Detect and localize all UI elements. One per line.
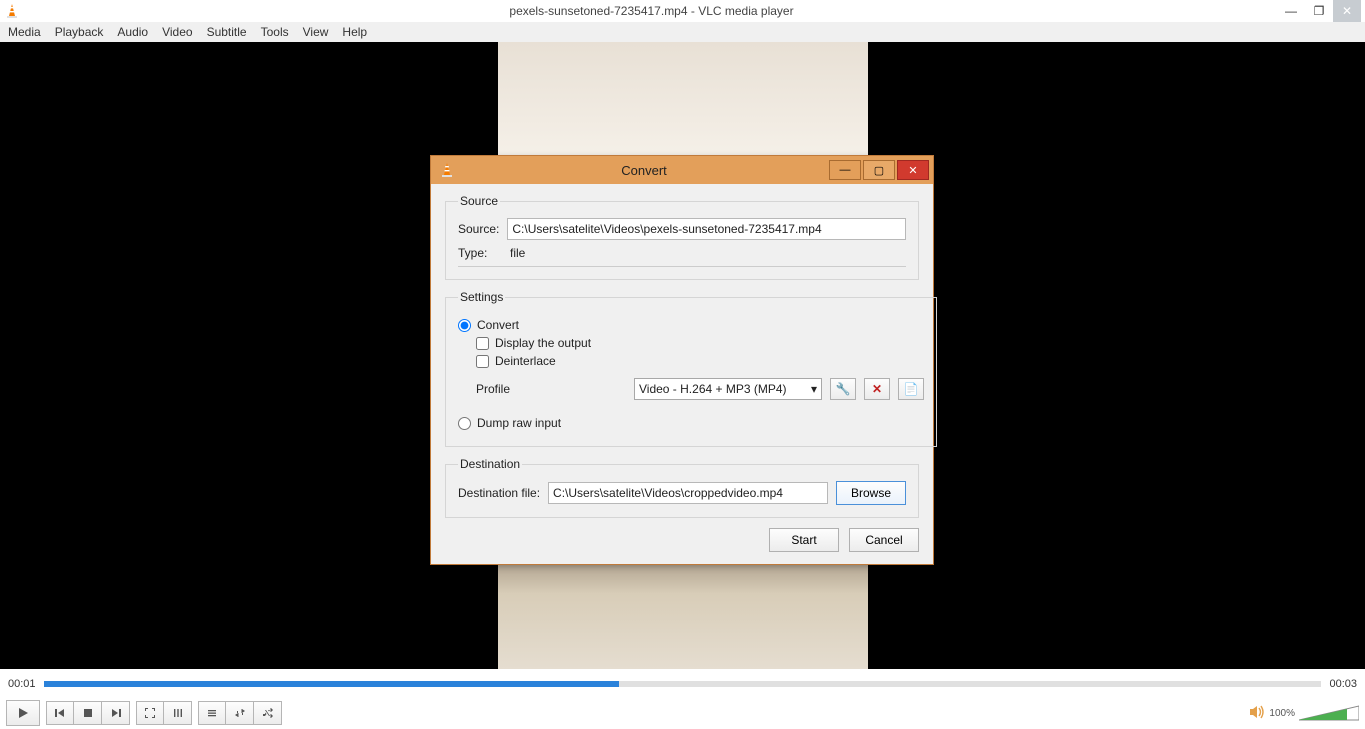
menu-view[interactable]: View <box>303 25 329 39</box>
main-titlebar: pexels-sunsetoned-7235417.mp4 - VLC medi… <box>0 0 1365 22</box>
time-current: 00:01 <box>8 678 36 690</box>
wrench-icon: 🔧 <box>836 382 851 396</box>
menu-playback[interactable]: Playback <box>55 25 104 39</box>
speaker-icon[interactable] <box>1249 705 1265 722</box>
playlist-button[interactable] <box>198 701 226 725</box>
start-button[interactable]: Start <box>769 528 839 552</box>
profile-select[interactable]: Video - H.264 + MP3 (MP4) ▾ <box>634 378 822 400</box>
dump-radio[interactable] <box>458 417 471 430</box>
profile-value: Video - H.264 + MP3 (MP4) <box>639 382 787 396</box>
source-input[interactable] <box>507 218 906 240</box>
display-output-checkbox[interactable] <box>476 337 489 350</box>
seekbar[interactable] <box>44 681 1322 687</box>
settings-legend: Settings <box>458 290 505 304</box>
destination-file-label: Destination file: <box>458 486 540 500</box>
dialog-maximize-button[interactable]: ▢ <box>863 160 895 180</box>
menu-tools[interactable]: Tools <box>261 25 289 39</box>
source-label: Source: <box>458 222 499 236</box>
dialog-title: Convert <box>461 163 827 178</box>
menubar: Media Playback Audio Video Subtitle Tool… <box>0 22 1365 42</box>
controls-row: 100% <box>0 697 1365 729</box>
cancel-button[interactable]: Cancel <box>849 528 919 552</box>
menu-subtitle[interactable]: Subtitle <box>207 25 247 39</box>
volume-wrap: 100% <box>1249 704 1359 722</box>
settings-group: Settings Convert Display the output Dein… <box>445 290 937 447</box>
maximize-button[interactable]: ❐ <box>1305 0 1333 22</box>
view-group <box>136 701 192 725</box>
dialog-close-button[interactable]: ✕ <box>897 160 929 180</box>
volume-label: 100% <box>1269 708 1295 719</box>
window-title: pexels-sunsetoned-7235417.mp4 - VLC medi… <box>26 4 1277 18</box>
skip-group <box>46 701 130 725</box>
deinterlace-label: Deinterlace <box>495 354 556 368</box>
dialog-minimize-button[interactable]: — <box>829 160 861 180</box>
seekbar-filled <box>44 681 619 687</box>
stop-button[interactable] <box>74 701 102 725</box>
dump-radio-label: Dump raw input <box>477 416 561 430</box>
next-button[interactable] <box>102 701 130 725</box>
destination-file-input[interactable] <box>548 482 828 504</box>
vlc-cone-icon <box>4 3 20 19</box>
chevron-down-icon: ▾ <box>811 382 817 396</box>
new-icon: 📄 <box>904 382 919 396</box>
deinterlace-checkbox[interactable] <box>476 355 489 368</box>
close-button[interactable]: ✕ <box>1333 0 1361 22</box>
minimize-button[interactable]: — <box>1277 0 1305 22</box>
destination-group: Destination Destination file: Browse <box>445 457 919 518</box>
convert-dialog: Convert — ▢ ✕ Source Source: Type: file … <box>430 155 934 565</box>
display-output-label: Display the output <box>495 336 591 350</box>
fullscreen-button[interactable] <box>136 701 164 725</box>
time-total: 00:03 <box>1329 678 1357 690</box>
destination-legend: Destination <box>458 457 522 471</box>
play-button[interactable] <box>6 700 40 726</box>
type-label: Type: <box>458 246 502 260</box>
menu-media[interactable]: Media <box>8 25 41 39</box>
volume-slider[interactable] <box>1299 704 1359 722</box>
browse-button[interactable]: Browse <box>836 481 906 505</box>
menu-video[interactable]: Video <box>162 25 192 39</box>
prev-button[interactable] <box>46 701 74 725</box>
delete-profile-button[interactable]: ✕ <box>864 378 890 400</box>
timeline-row: 00:01 00:03 <box>0 673 1365 695</box>
source-legend: Source <box>458 194 500 208</box>
vlc-cone-icon <box>439 162 455 178</box>
menu-audio[interactable]: Audio <box>117 25 148 39</box>
type-value: file <box>510 246 525 260</box>
delete-icon: ✕ <box>872 382 882 396</box>
loop-button[interactable] <box>226 701 254 725</box>
edit-profile-button[interactable]: 🔧 <box>830 378 856 400</box>
dialog-body: Source Source: Type: file Settings Conve… <box>431 184 933 564</box>
extended-settings-button[interactable] <box>164 701 192 725</box>
source-group: Source Source: Type: file <box>445 194 919 280</box>
dialog-titlebar[interactable]: Convert — ▢ ✕ <box>431 156 933 184</box>
profile-label: Profile <box>476 382 626 396</box>
menu-help[interactable]: Help <box>342 25 367 39</box>
convert-radio[interactable] <box>458 319 471 332</box>
shuffle-button[interactable] <box>254 701 282 725</box>
window-controls: — ❐ ✕ <box>1277 0 1361 22</box>
convert-radio-label: Convert <box>477 318 519 332</box>
new-profile-button[interactable]: 📄 <box>898 378 924 400</box>
playlist-group <box>198 701 282 725</box>
